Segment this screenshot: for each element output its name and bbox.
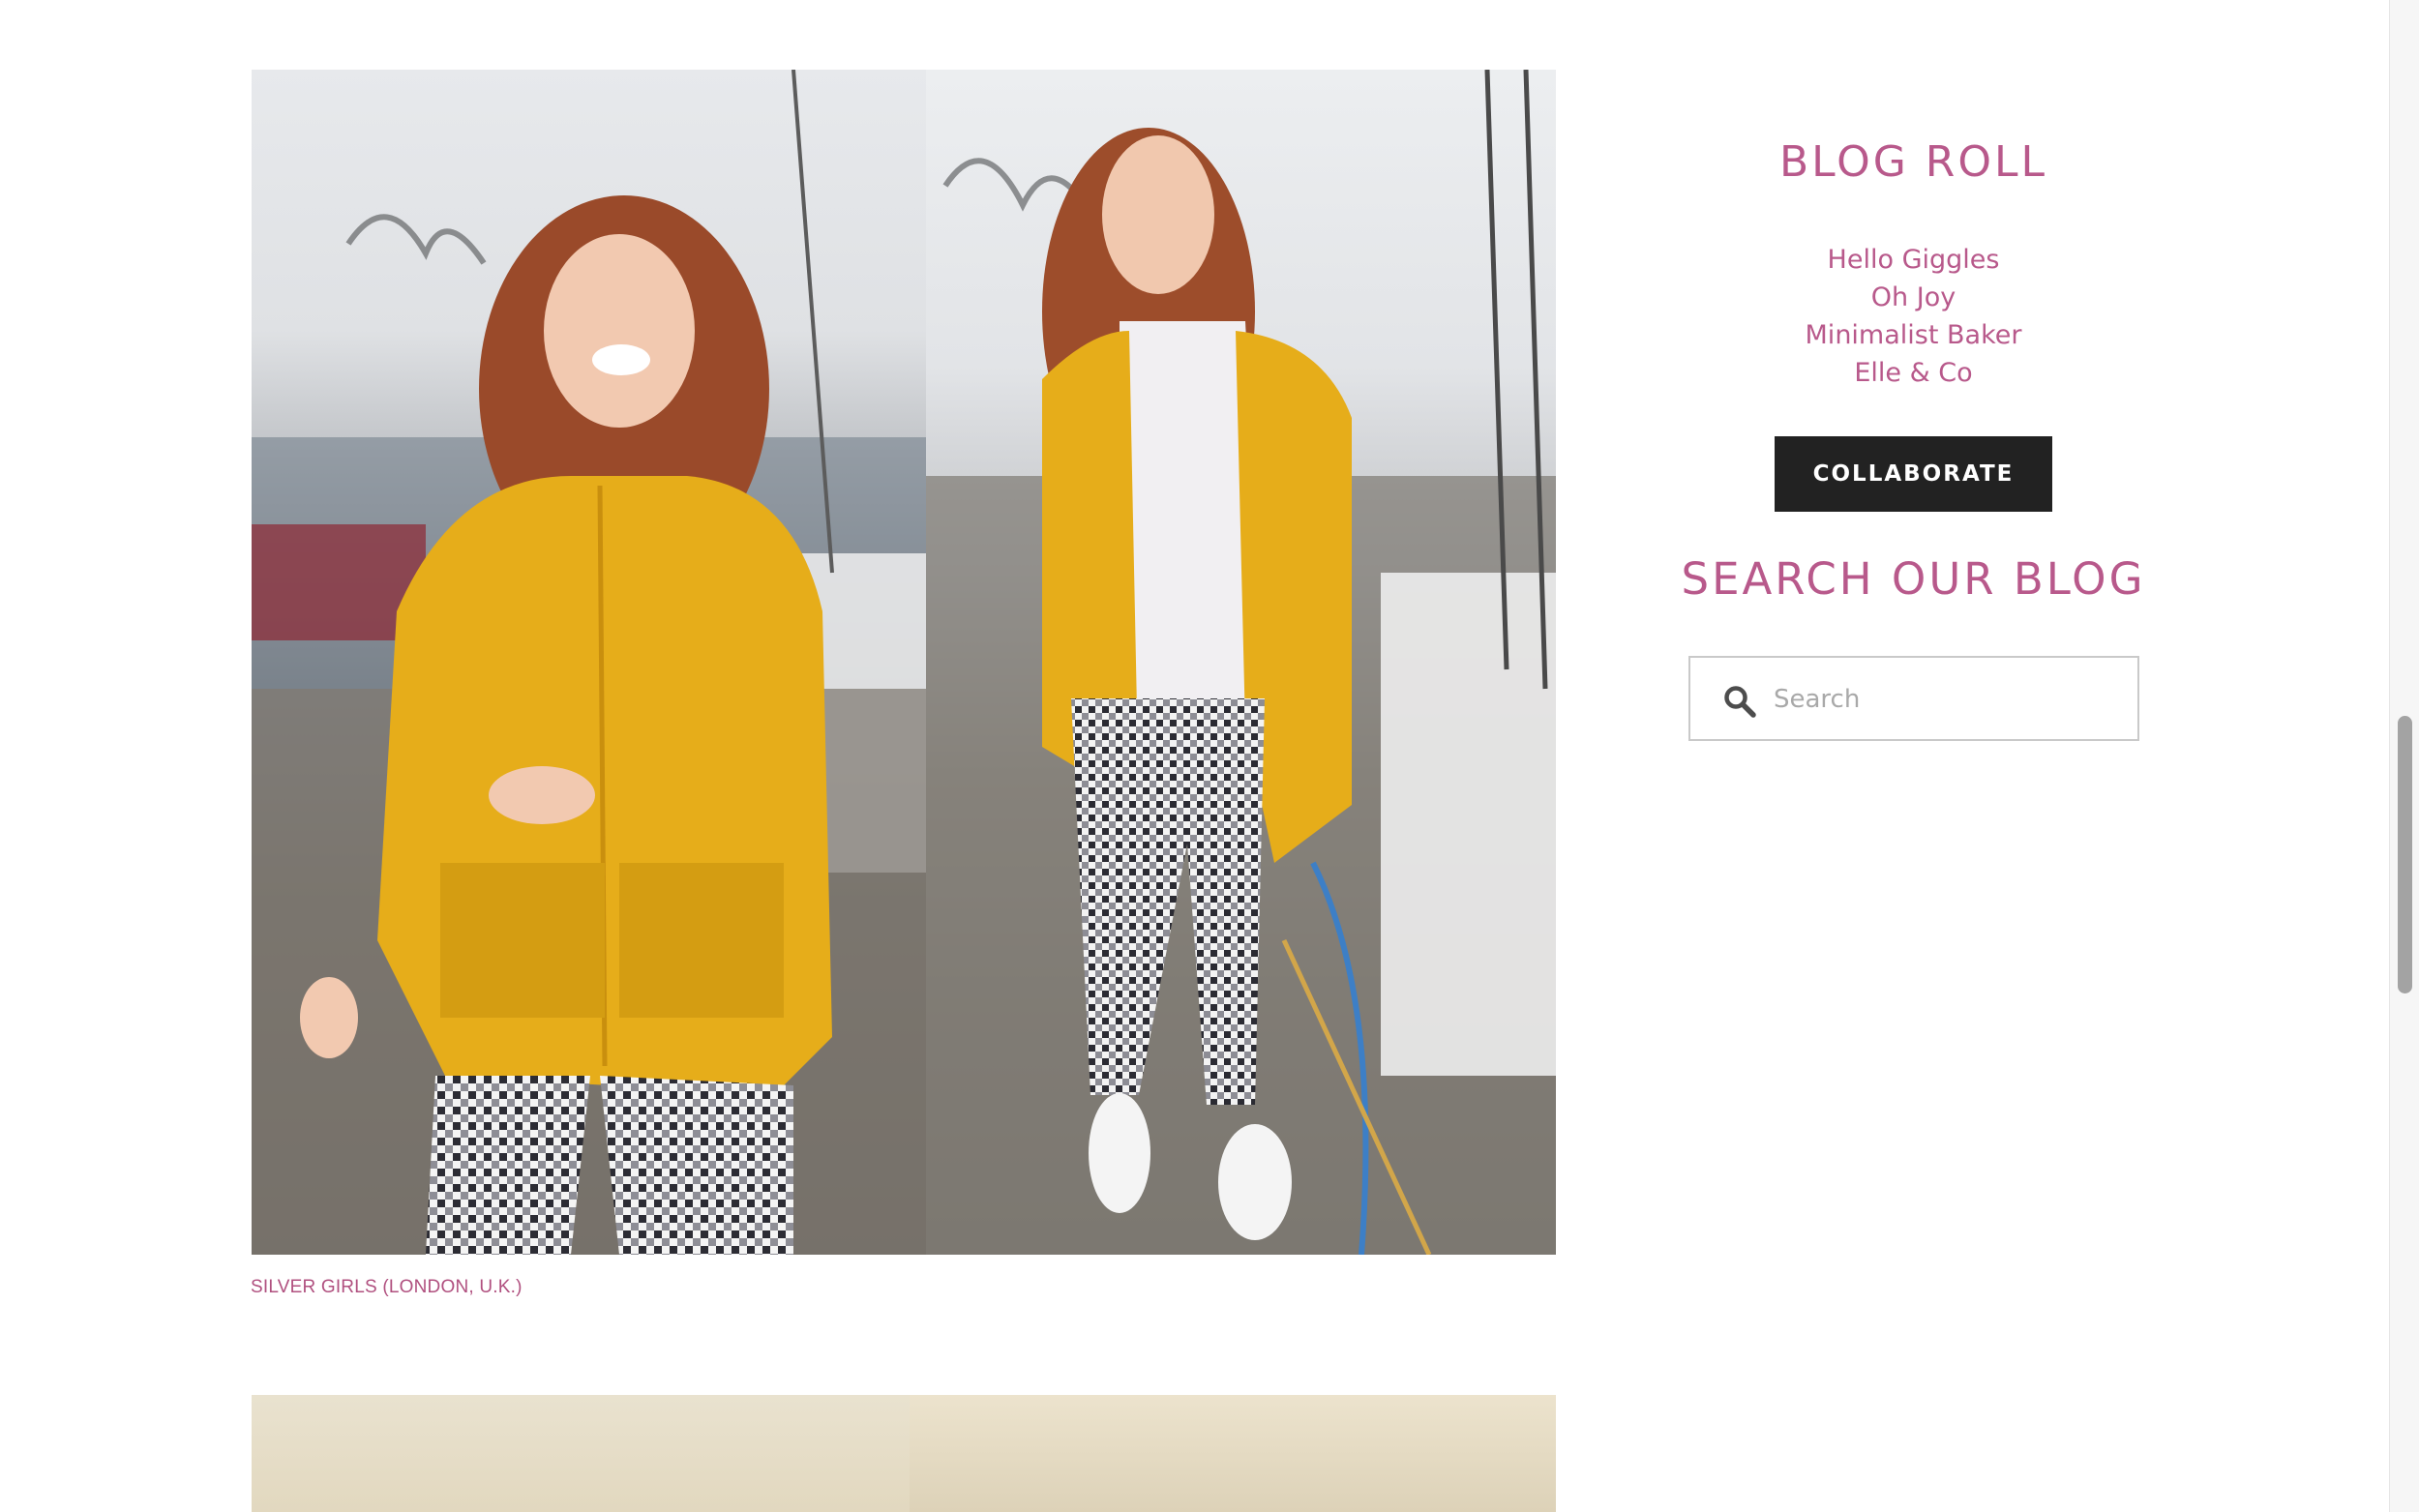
next-post-photo-left[interactable] <box>252 1395 910 1512</box>
photo-illustration-right <box>926 70 1556 1255</box>
blog-roll-link-elle-and-co[interactable]: Elle & Co <box>1854 358 1972 388</box>
blog-roll-title: BLOG ROLL <box>1778 137 2048 187</box>
next-post-photo-right[interactable] <box>910 1395 1556 1512</box>
blog-roll-list: Hello Giggles Oh Joy Minimalist Baker El… <box>1645 241 2182 392</box>
search-blog-title: SEARCH OUR BLOG <box>1681 553 2146 605</box>
blog-roll-item: Oh Joy <box>1645 279 2182 316</box>
sidebar: BLOG ROLL Hello Giggles Oh Joy Minimalis… <box>1645 0 2182 871</box>
photo-illustration-left <box>252 70 926 1255</box>
blog-roll-link-oh-joy[interactable]: Oh Joy <box>1871 282 1956 312</box>
blog-roll-link-hello-giggles[interactable]: Hello Giggles <box>1828 245 2000 275</box>
search-input[interactable] <box>1774 673 2122 726</box>
scrollbar-thumb[interactable] <box>2398 716 2412 993</box>
post-photo-right[interactable] <box>926 70 1556 1255</box>
post-photo-left[interactable] <box>252 70 926 1255</box>
blog-roll-item: Hello Giggles <box>1645 241 2182 279</box>
blog-roll-item: Elle & Co <box>1645 354 2182 392</box>
collaborate-button[interactable]: COLLABORATE <box>1775 436 2052 512</box>
blog-roll-item: Minimalist Baker <box>1645 316 2182 354</box>
page: SILVER GIRLS (LONDON, U.K.) BLOG ROLL He… <box>0 0 2419 1512</box>
blog-roll-link-minimalist-baker[interactable]: Minimalist Baker <box>1806 320 2022 350</box>
page-scrollbar[interactable] <box>2389 0 2419 1512</box>
search-box[interactable] <box>1688 656 2139 741</box>
photo-caption: SILVER GIRLS (LONDON, U.K.) <box>251 1277 523 1297</box>
search-icon <box>1724 686 1756 718</box>
